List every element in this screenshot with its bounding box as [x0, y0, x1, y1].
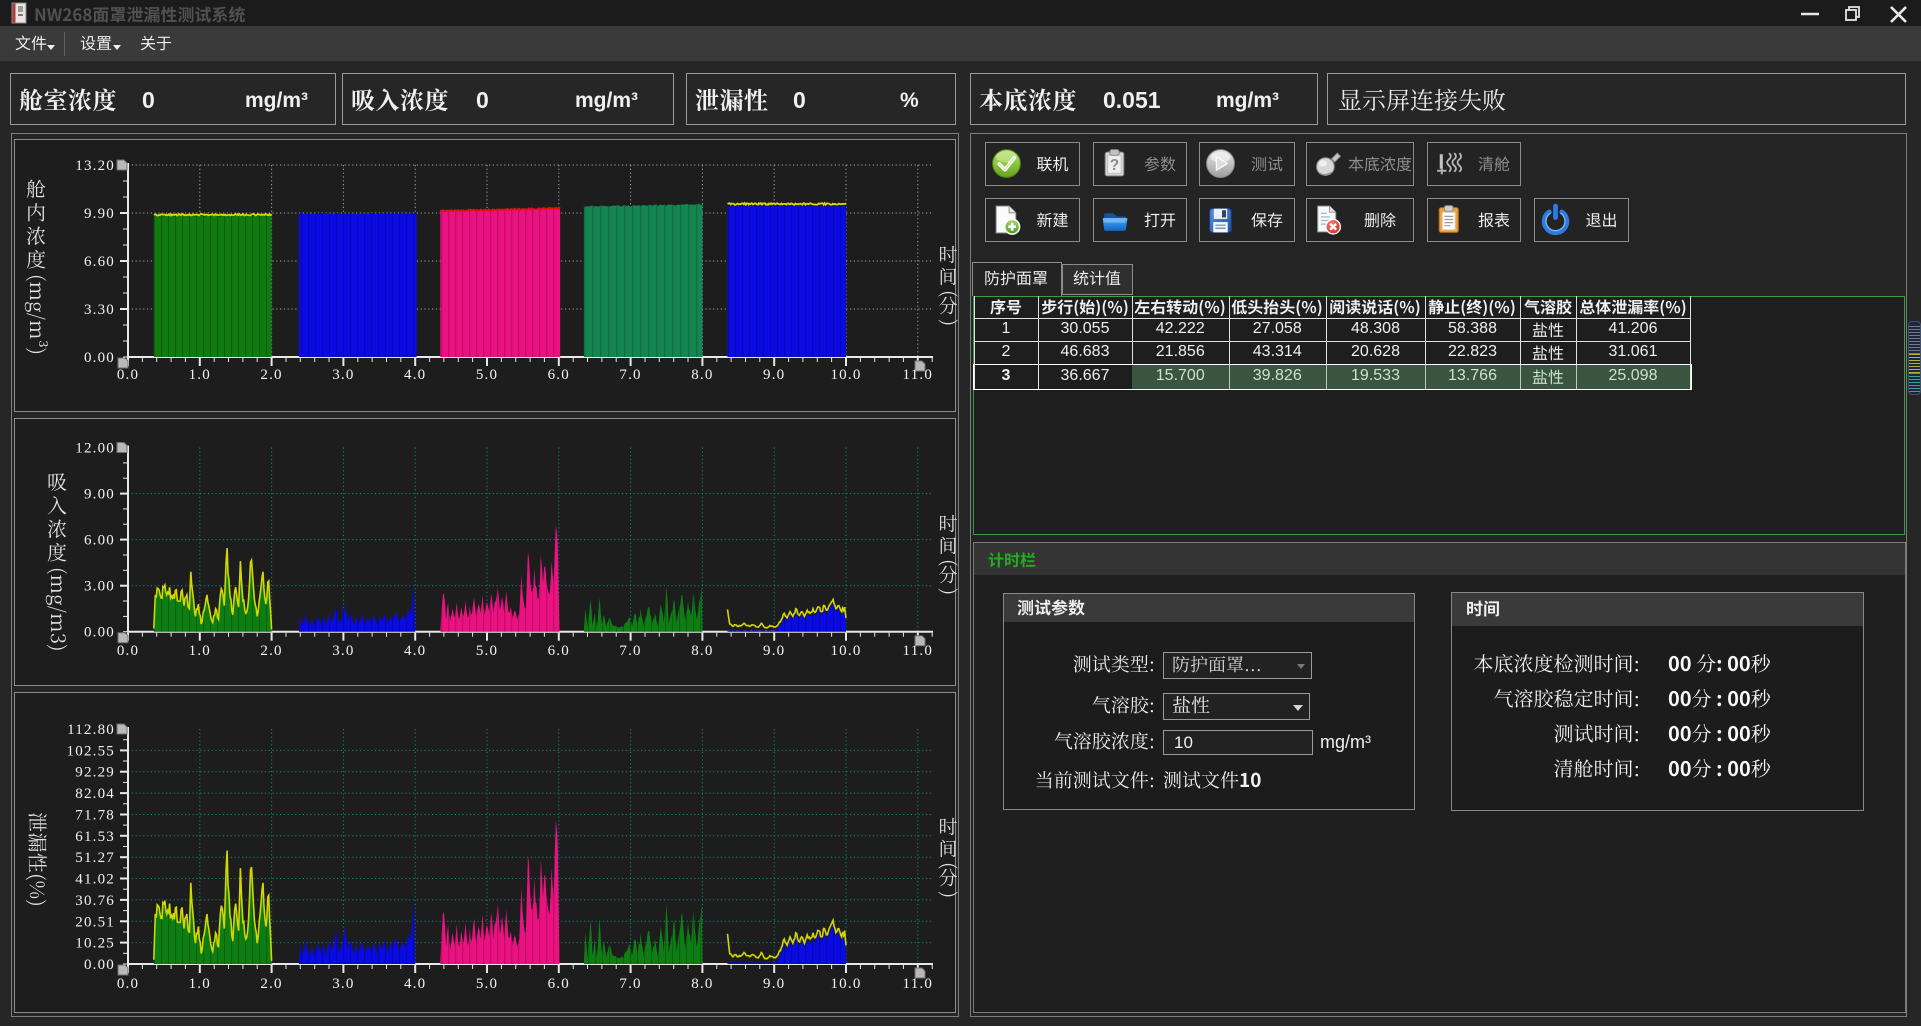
svg-text:10.0: 10.0 [830, 643, 861, 659]
svg-text:0.0: 0.0 [117, 367, 139, 383]
svg-text:1.0: 1.0 [189, 976, 211, 992]
svg-text:10.25: 10.25 [75, 936, 115, 952]
svg-text:1.0: 1.0 [189, 643, 211, 659]
svg-text:10.0: 10.0 [830, 367, 861, 383]
svg-text:8.0: 8.0 [691, 643, 713, 659]
svg-text:11.0: 11.0 [903, 643, 934, 659]
svg-text:112.80: 112.80 [67, 722, 115, 738]
svg-text:9.90: 9.90 [84, 206, 115, 222]
svg-text:8.0: 8.0 [691, 976, 713, 992]
svg-text:8.0: 8.0 [691, 367, 713, 383]
svg-text:5.0: 5.0 [476, 976, 498, 992]
svg-text:5.0: 5.0 [476, 367, 498, 383]
svg-text:0.0: 0.0 [117, 976, 139, 992]
svg-text:61.53: 61.53 [75, 829, 115, 845]
svg-text:3.0: 3.0 [332, 976, 354, 992]
svg-text:7.0: 7.0 [619, 976, 641, 992]
svg-text:30.76: 30.76 [75, 893, 115, 909]
svg-text:20.51: 20.51 [75, 914, 115, 930]
svg-text:5.0: 5.0 [476, 643, 498, 659]
svg-text:9.0: 9.0 [763, 976, 785, 992]
svg-text:4.0: 4.0 [404, 643, 426, 659]
svg-text:7.0: 7.0 [619, 643, 641, 659]
svg-text:6.0: 6.0 [548, 976, 570, 992]
svg-text:4.0: 4.0 [404, 976, 426, 992]
svg-text:13.20: 13.20 [75, 158, 115, 174]
svg-text:2.0: 2.0 [260, 367, 282, 383]
svg-text:71.78: 71.78 [75, 808, 115, 824]
svg-text:0.00: 0.00 [84, 625, 115, 641]
svg-text:6.0: 6.0 [548, 643, 570, 659]
svg-text:6.0: 6.0 [548, 367, 570, 383]
svg-text:6.60: 6.60 [84, 254, 115, 270]
svg-text:9.0: 9.0 [763, 367, 785, 383]
svg-text:41.02: 41.02 [75, 872, 115, 888]
svg-text:3.00: 3.00 [84, 579, 115, 595]
svg-text:9.00: 9.00 [84, 487, 115, 503]
svg-text:1.0: 1.0 [189, 367, 211, 383]
svg-text:51.27: 51.27 [75, 850, 115, 866]
svg-text:6.00: 6.00 [84, 533, 115, 549]
svg-text:0.00: 0.00 [84, 957, 115, 973]
svg-text:11.0: 11.0 [903, 976, 934, 992]
svg-text:12.00: 12.00 [75, 441, 115, 457]
svg-text:3.30: 3.30 [84, 302, 115, 318]
svg-text:2.0: 2.0 [260, 976, 282, 992]
svg-text:4.0: 4.0 [404, 367, 426, 383]
svg-text:3.0: 3.0 [332, 367, 354, 383]
svg-text:82.04: 82.04 [75, 786, 115, 802]
svg-text:11.0: 11.0 [903, 367, 934, 383]
svg-text:0.0: 0.0 [117, 643, 139, 659]
svg-text:10.0: 10.0 [830, 976, 861, 992]
svg-text:92.29: 92.29 [75, 765, 115, 781]
svg-text:3.0: 3.0 [332, 643, 354, 659]
svg-text:9.0: 9.0 [763, 643, 785, 659]
svg-text:0.00: 0.00 [84, 350, 115, 366]
svg-text:7.0: 7.0 [619, 367, 641, 383]
svg-text:2.0: 2.0 [260, 643, 282, 659]
svg-text:102.55: 102.55 [67, 743, 115, 759]
